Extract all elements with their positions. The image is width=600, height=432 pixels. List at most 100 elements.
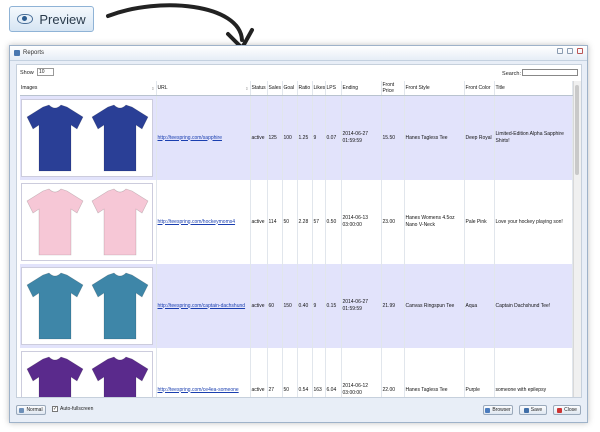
- checkbox-box[interactable]: ✓: [52, 406, 58, 412]
- cell-likes: 9: [312, 264, 326, 348]
- cell-lps: 0.15: [325, 264, 342, 348]
- cell-lps: 6.04: [325, 348, 342, 397]
- save-label: Save: [530, 407, 543, 413]
- column-header[interactable]: Images ⇕: [20, 81, 157, 96]
- tshirt-image: [91, 356, 148, 397]
- column-header[interactable]: Front Style: [404, 81, 465, 96]
- cell-price: 23.00: [381, 180, 405, 264]
- cell-ratio: 0.54: [297, 348, 313, 397]
- search-label: Search:: [502, 71, 521, 77]
- column-header[interactable]: Status: [250, 81, 268, 96]
- product-images-cell: [20, 95, 157, 180]
- cell-style: Hanes Tagless Tee: [404, 348, 465, 397]
- vertical-scrollbar[interactable]: [573, 81, 581, 397]
- column-header[interactable]: Front Price: [381, 81, 405, 96]
- column-header[interactable]: Sales: [267, 81, 283, 96]
- globe-icon: [485, 407, 491, 413]
- column-header[interactable]: Front Color: [464, 81, 495, 96]
- campaign-url-link[interactable]: http://teespring.com/hockeymoms4: [156, 180, 251, 264]
- cell-title: Captain Dachshund Tee!: [494, 264, 573, 348]
- reports-window: Reports Show 10 Search: Images ⇕ URL ⇕ S…: [9, 45, 588, 423]
- cell-goal: 50: [282, 348, 298, 397]
- preview-button[interactable]: Preview: [9, 6, 94, 32]
- normal-label: Normal: [26, 407, 43, 413]
- column-header[interactable]: Goal: [282, 81, 298, 96]
- cell-ending: 2014-06-27 01:59:59: [341, 95, 382, 180]
- column-header[interactable]: Ratio: [297, 81, 313, 96]
- cell-ratio: 2.28: [297, 180, 313, 264]
- table-row[interactable]: http://teespring.com/hockeymoms4 active 11…: [20, 180, 573, 264]
- table-header-row: Images ⇕ URL ⇕ Status Sales Goal Ratio Lik…: [20, 81, 573, 96]
- report-content: Show 10 Search: Images ⇕ URL ⇕ Status Sale…: [16, 64, 582, 398]
- campaign-url-link[interactable]: http://teespring.com/captain-dachshund: [156, 264, 251, 348]
- product-images: [21, 267, 153, 345]
- campaign-url-link[interactable]: http://teespring.com/sapphire: [156, 95, 251, 180]
- browser-button[interactable]: Browser: [483, 405, 513, 415]
- auto-fullscreen-checkbox[interactable]: ✓ Auto-fullscreen: [52, 406, 93, 412]
- table-toolbar: Show 10 Search:: [20, 68, 578, 79]
- cell-goal: 150: [282, 264, 298, 348]
- cell-color: Pale Pink: [464, 180, 495, 264]
- cell-ending: 2014-06-27 01:59:59: [341, 264, 382, 348]
- cell-color: Purple: [464, 348, 495, 397]
- app-icon: [14, 50, 20, 56]
- tshirt-image: [26, 272, 83, 340]
- campaign-url-link[interactable]: http://teespring.com/ce4ea-someone: [156, 348, 251, 397]
- close-button[interactable]: Close: [553, 405, 581, 415]
- table-row[interactable]: http://teespring.com/sapphire active 125 10…: [20, 95, 573, 180]
- show-label: Show: [20, 70, 34, 76]
- auto-fullscreen-label: Auto-fullscreen: [60, 406, 94, 412]
- cell-style: Canvas Ringspun Tee: [404, 264, 465, 348]
- column-header[interactable]: URL ⇕: [156, 81, 251, 96]
- product-images-cell: [20, 180, 157, 264]
- cell-ending: 2014-06-12 03:00:00: [341, 348, 382, 397]
- table-body: http://teespring.com/sapphire active 125 10…: [20, 95, 573, 397]
- cell-status: active: [250, 348, 268, 397]
- window-titlebar: Reports: [10, 46, 587, 61]
- cell-sales: 114: [267, 180, 283, 264]
- cell-lps: 0.07: [325, 95, 342, 180]
- page-size-select[interactable]: 10: [37, 68, 54, 76]
- normal-button[interactable]: Normal: [16, 405, 46, 415]
- cell-style: Hanes Womens 4.5oz Nano V-Neck: [404, 180, 465, 264]
- cell-ending: 2014-06-13 03:00:00: [341, 180, 382, 264]
- save-icon: [523, 407, 529, 413]
- table-row[interactable]: http://teespring.com/ce4ea-someone active…: [20, 348, 573, 397]
- maximize-button[interactable]: [567, 48, 573, 54]
- tshirt-image: [91, 188, 148, 256]
- close-window-button[interactable]: [577, 48, 583, 54]
- cell-style: Hanes Tagless Tee: [404, 95, 465, 180]
- tshirt-image: [26, 104, 83, 172]
- product-images: [21, 351, 153, 397]
- close-icon: [557, 407, 563, 413]
- cell-title: Limited-Edition Alpha Sapphire Shirts!: [494, 95, 573, 180]
- save-button[interactable]: Save: [519, 405, 547, 415]
- column-header[interactable]: Ending: [341, 81, 382, 96]
- report-table: Images ⇕ URL ⇕ Status Sales Goal Ratio Lik…: [20, 81, 573, 397]
- cell-likes: 9: [312, 95, 326, 180]
- search-input[interactable]: [522, 69, 578, 76]
- footer-bar: Normal ✓ Auto-fullscreen Browser Save Cl…: [16, 403, 581, 418]
- product-images-cell: [20, 348, 157, 397]
- scroll-thumb[interactable]: [575, 85, 579, 175]
- preview-label: Preview: [39, 11, 86, 27]
- table-row[interactable]: http://teespring.com/captain-dachshund ac…: [20, 264, 573, 348]
- cell-ratio: 0.40: [297, 264, 313, 348]
- eye-icon: [17, 14, 34, 24]
- column-header[interactable]: LPS: [325, 81, 342, 96]
- cell-price: 22.00: [381, 348, 405, 397]
- cell-color: Deep Royal: [464, 95, 495, 180]
- cell-title: someone with epilepsy: [494, 348, 573, 397]
- column-header[interactable]: Likes: [312, 81, 326, 96]
- tshirt-image: [91, 272, 148, 340]
- column-header[interactable]: Title: [494, 81, 573, 96]
- minimize-button[interactable]: [557, 48, 563, 54]
- cell-color: Aqua: [464, 264, 495, 348]
- window-title: Reports: [23, 50, 45, 56]
- window-controls: [557, 48, 583, 54]
- cell-sales: 60: [267, 264, 283, 348]
- cell-likes: 163: [312, 348, 326, 397]
- cell-price: 21.99: [381, 264, 405, 348]
- cell-status: active: [250, 95, 268, 180]
- tshirt-image: [91, 104, 148, 172]
